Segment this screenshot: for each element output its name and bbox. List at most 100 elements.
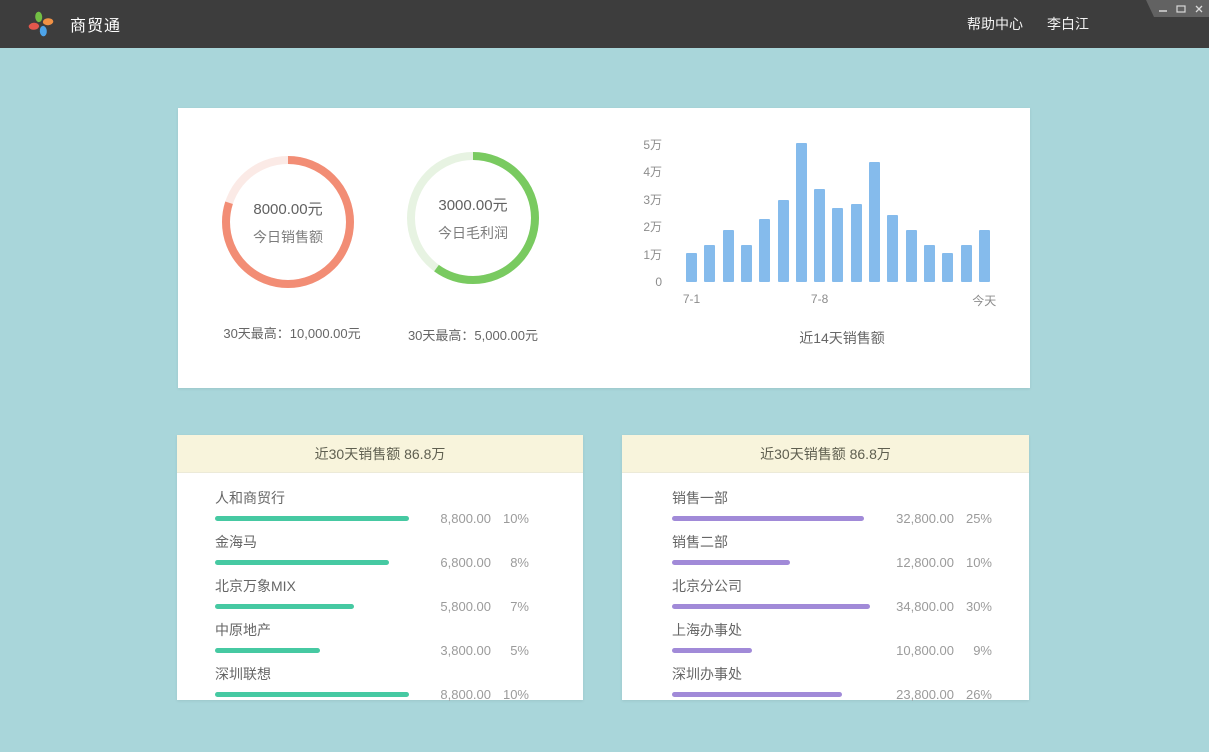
close-icon <box>1194 4 1204 14</box>
rank-row-percent: 8% <box>491 555 529 570</box>
rank-bar-track <box>215 648 413 653</box>
nav-links: 帮助中心 李白江 <box>967 14 1209 34</box>
rank-row-percent: 10% <box>954 555 992 570</box>
rank-row-amount: 8,800.00 <box>413 687 491 702</box>
rank-row-name: 金海马 <box>215 532 529 552</box>
window-controls <box>1146 0 1209 17</box>
rank-bar <box>215 692 409 697</box>
rank-row: 销售一部32,800.0025% <box>672 488 992 521</box>
rank-bar <box>672 516 864 521</box>
rank-row-percent: 10% <box>491 687 529 702</box>
rank-bar <box>215 648 320 653</box>
minimize-icon <box>1158 4 1168 14</box>
brand: 商贸通 <box>0 10 121 38</box>
today-sales-donut: 8000.00元 今日销售额 <box>222 156 354 288</box>
department-rank-rows: 销售一部32,800.0025%销售二部12,800.0010%北京分公司34,… <box>622 473 1029 697</box>
rank-row-name: 销售一部 <box>672 488 992 508</box>
rank-bar-track <box>672 648 872 653</box>
y-axis-label: 0 <box>622 275 662 289</box>
rank-row-name: 上海办事处 <box>672 620 992 640</box>
rank-row-name: 北京万象MIX <box>215 576 529 596</box>
sales-bar <box>887 215 898 282</box>
profit-30d-max: 30天最高：5,000.00元 <box>353 325 593 344</box>
rank-row-values: 6,800.008% <box>413 555 529 570</box>
x-axis-label: 7-8 <box>795 292 845 306</box>
rank-row-values: 8,800.0010% <box>413 687 529 702</box>
rank-row: 北京万象MIX5,800.007% <box>215 576 529 609</box>
rank-row-percent: 5% <box>491 643 529 658</box>
today-profit-text: 3000.00元 今日毛利润 <box>407 152 539 284</box>
rank-row-name: 深圳办事处 <box>672 664 992 684</box>
rank-row: 深圳联想8,800.0010% <box>215 664 529 697</box>
sales-bar <box>778 200 789 283</box>
department-rank-header: 近30天销售额 86.8万 <box>622 435 1029 473</box>
rank-bar-track <box>672 516 872 521</box>
today-profit-value: 3000.00元 <box>438 194 507 215</box>
rank-row-percent: 9% <box>954 643 992 658</box>
sales-bar <box>704 245 715 282</box>
rank-row-name: 北京分公司 <box>672 576 992 596</box>
rank-row-name: 销售二部 <box>672 532 992 552</box>
sales-chart-title: 近14天销售额 <box>686 328 998 348</box>
department-rank-title: 近30天销售额 86.8万 <box>760 444 891 464</box>
sales-bar <box>814 189 825 283</box>
rank-row-amount: 32,800.00 <box>876 511 954 526</box>
user-name-link[interactable]: 李白江 <box>1047 14 1089 34</box>
rank-row-name: 中原地产 <box>215 620 529 640</box>
rank-row-percent: 30% <box>954 599 992 614</box>
rank-row-percent: 7% <box>491 599 529 614</box>
rank-bar <box>215 560 389 565</box>
rank-row: 北京分公司34,800.0030% <box>672 576 992 609</box>
sales-bar <box>796 143 807 282</box>
rank-bar-track <box>672 692 872 697</box>
today-sales-label: 今日销售额 <box>253 227 323 247</box>
rank-row-values: 3,800.005% <box>413 643 529 658</box>
customer-rank-title: 近30天销售额 86.8万 <box>315 444 446 464</box>
rank-row: 销售二部12,800.0010% <box>672 532 992 565</box>
y-axis-label: 5万 <box>622 138 662 152</box>
rank-bar-track <box>215 560 413 565</box>
sales-chart-plot: 7-17-8今天 <box>686 131 998 282</box>
rank-row-percent: 25% <box>954 511 992 526</box>
help-center-link[interactable]: 帮助中心 <box>967 14 1023 34</box>
x-axis-label: 今天 <box>959 292 1009 309</box>
sales-bar <box>906 230 917 282</box>
rank-row-values: 5,800.007% <box>413 599 529 614</box>
rank-row-percent: 10% <box>491 511 529 526</box>
rank-bar-track <box>215 692 413 697</box>
rank-row-amount: 23,800.00 <box>876 687 954 702</box>
minimize-button[interactable] <box>1158 4 1168 14</box>
department-rank-card: 近30天销售额 86.8万 销售一部32,800.0025%销售二部12,800… <box>622 435 1029 700</box>
rank-row: 上海办事处10,800.009% <box>672 620 992 653</box>
rank-bar <box>672 692 842 697</box>
rank-row-values: 10,800.009% <box>876 643 992 658</box>
customer-rank-rows: 人和商贸行8,800.0010%金海马6,800.008%北京万象MIX5,80… <box>177 473 583 697</box>
rank-row: 深圳办事处23,800.0026% <box>672 664 992 697</box>
sales-bar <box>924 245 935 282</box>
customer-rank-card: 近30天销售额 86.8万 人和商贸行8,800.0010%金海马6,800.0… <box>177 435 583 700</box>
sales-bar <box>961 245 972 282</box>
sales-bar <box>851 204 862 282</box>
app-title: 商贸通 <box>70 12 121 36</box>
customer-rank-header: 近30天销售额 86.8万 <box>177 435 583 473</box>
sales-bar <box>723 230 734 282</box>
rank-row-amount: 8,800.00 <box>413 511 491 526</box>
rank-row: 人和商贸行8,800.0010% <box>215 488 529 521</box>
y-axis-label: 2万 <box>622 220 662 234</box>
maximize-icon <box>1176 4 1186 14</box>
maximize-button[interactable] <box>1176 4 1186 14</box>
close-button[interactable] <box>1194 4 1204 14</box>
today-sales-value: 8000.00元 <box>253 198 322 219</box>
rank-bar-track <box>672 604 872 609</box>
rank-row-amount: 12,800.00 <box>876 555 954 570</box>
sales-bar <box>979 230 990 282</box>
today-profit-donut: 3000.00元 今日毛利润 <box>407 152 539 284</box>
rank-bar <box>215 516 409 521</box>
rank-bar <box>672 604 870 609</box>
rank-row: 金海马6,800.008% <box>215 532 529 565</box>
sales-bar <box>832 208 843 282</box>
rank-row-amount: 10,800.00 <box>876 643 954 658</box>
rank-bar-track <box>215 604 413 609</box>
rank-row-amount: 6,800.00 <box>413 555 491 570</box>
rank-row-values: 34,800.0030% <box>876 599 992 614</box>
